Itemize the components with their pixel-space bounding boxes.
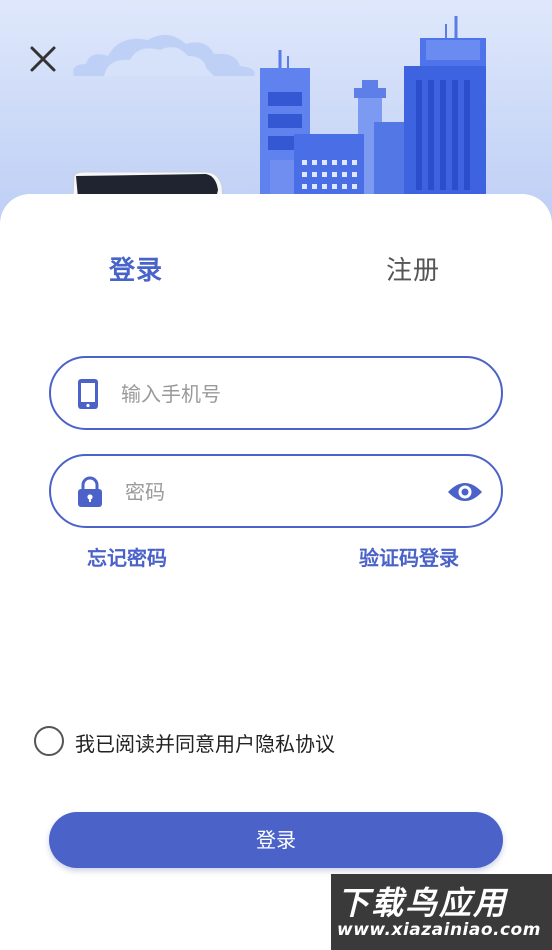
close-icon[interactable] [26,42,60,76]
eye-icon[interactable] [447,480,483,504]
tab-login[interactable]: 登录 [109,250,163,287]
cloud-illustration [73,34,255,76]
password-field[interactable] [49,454,503,528]
watermark-main: 下载鸟应用 [337,884,508,922]
phone-input[interactable] [121,374,421,414]
forgot-password-link[interactable]: 忘记密码 [87,542,167,571]
lock-icon [78,476,102,507]
city-skyline-illustration [260,16,486,200]
login-card: 登录 注册 忘记密码 验证码登录 我已阅读并同意用户隐私协议 登录 [0,194,552,950]
watermark-sub: www.xiazainiao.com [337,920,541,940]
watermark: 下载鸟应用 www.xiazainiao.com [331,874,552,950]
sms-login-link[interactable]: 验证码登录 [359,542,459,571]
agreement-text[interactable]: 我已阅读并同意用户隐私协议 [75,728,335,757]
agreement-checkbox[interactable] [34,726,64,756]
phone-icon [78,379,98,409]
tab-register[interactable]: 注册 [386,250,440,287]
tab-bar: 登录 注册 [0,250,552,290]
password-input[interactable] [125,472,425,512]
login-button[interactable]: 登录 [49,812,503,868]
phone-field[interactable] [49,356,503,430]
